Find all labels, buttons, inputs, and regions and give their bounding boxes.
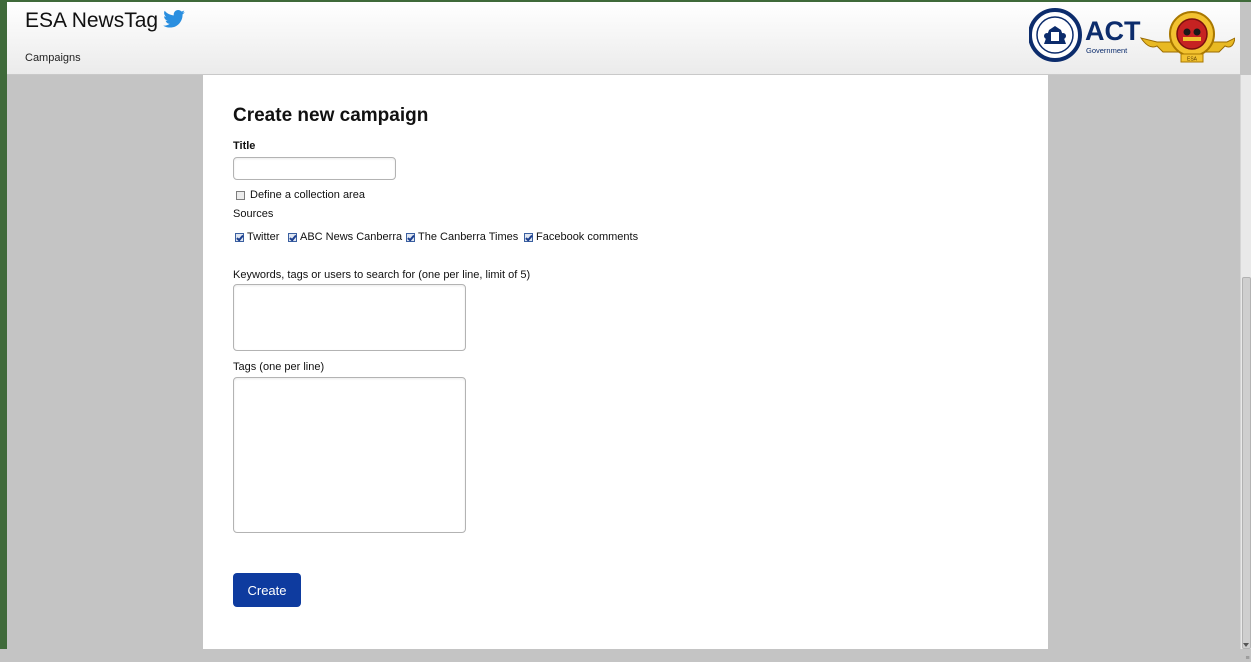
source-checkbox-the-canberra-times[interactable] bbox=[406, 232, 415, 242]
source-label-the-canberra-times[interactable]: The Canberra Times bbox=[418, 231, 518, 243]
page-title: Create new campaign bbox=[233, 105, 429, 126]
main-content-panel: Create new campaign Title Define a colle… bbox=[203, 75, 1048, 649]
source-label-abc-news-canberra[interactable]: ABC News Canberra bbox=[300, 231, 402, 243]
source-label-facebook-comments[interactable]: Facebook comments bbox=[536, 231, 638, 243]
keywords-label: Keywords, tags or users to search for (o… bbox=[233, 269, 531, 281]
source-checkbox-facebook-comments[interactable] bbox=[524, 232, 533, 242]
source-checkbox-abc-news-canberra[interactable] bbox=[288, 232, 297, 242]
source-option-abc-news-canberra[interactable]: ABC News Canberra bbox=[288, 231, 402, 243]
government-logo-text: Government bbox=[1086, 46, 1128, 55]
sources-label: Sources bbox=[233, 208, 274, 220]
source-option-facebook-comments[interactable]: Facebook comments bbox=[524, 231, 638, 243]
vertical-scrollbar[interactable]: ≡ bbox=[1240, 75, 1251, 662]
esa-crest-text: ESA bbox=[1187, 57, 1198, 63]
twitter-bird-icon bbox=[163, 10, 185, 34]
source-checkbox-twitter[interactable] bbox=[235, 232, 244, 242]
source-label-twitter[interactable]: Twitter bbox=[247, 231, 279, 243]
top-navbar: ESA NewsTag Campaigns ACT Government ESA bbox=[7, 2, 1240, 75]
define-collection-area-label[interactable]: Define a collection area bbox=[250, 189, 365, 201]
scroll-down-arrow-icon[interactable] bbox=[1243, 643, 1249, 647]
title-label: Title bbox=[233, 140, 256, 152]
act-government-logo: ACT Government ESA bbox=[1028, 8, 1236, 66]
tags-textarea[interactable] bbox=[233, 377, 466, 533]
scrollbar-thumb[interactable]: ≡ bbox=[1242, 277, 1251, 662]
tags-label: Tags (one per line) bbox=[233, 361, 325, 373]
title-input[interactable] bbox=[233, 157, 396, 180]
act-logo-text: ACT bbox=[1085, 16, 1141, 46]
app-title[interactable]: ESA NewsTag bbox=[25, 9, 158, 32]
scrollbar-grip-icon: ≡ bbox=[1245, 655, 1250, 662]
window-frame-left bbox=[0, 0, 7, 649]
source-option-twitter[interactable]: Twitter bbox=[235, 231, 279, 243]
nav-link-campaigns[interactable]: Campaigns bbox=[25, 52, 81, 64]
define-collection-area-checkbox[interactable] bbox=[236, 191, 245, 200]
create-button[interactable]: Create bbox=[233, 573, 301, 607]
app-brand[interactable]: ESA NewsTag bbox=[25, 9, 185, 34]
source-option-the-canberra-times[interactable]: The Canberra Times bbox=[406, 231, 518, 243]
keywords-textarea[interactable] bbox=[233, 284, 466, 351]
